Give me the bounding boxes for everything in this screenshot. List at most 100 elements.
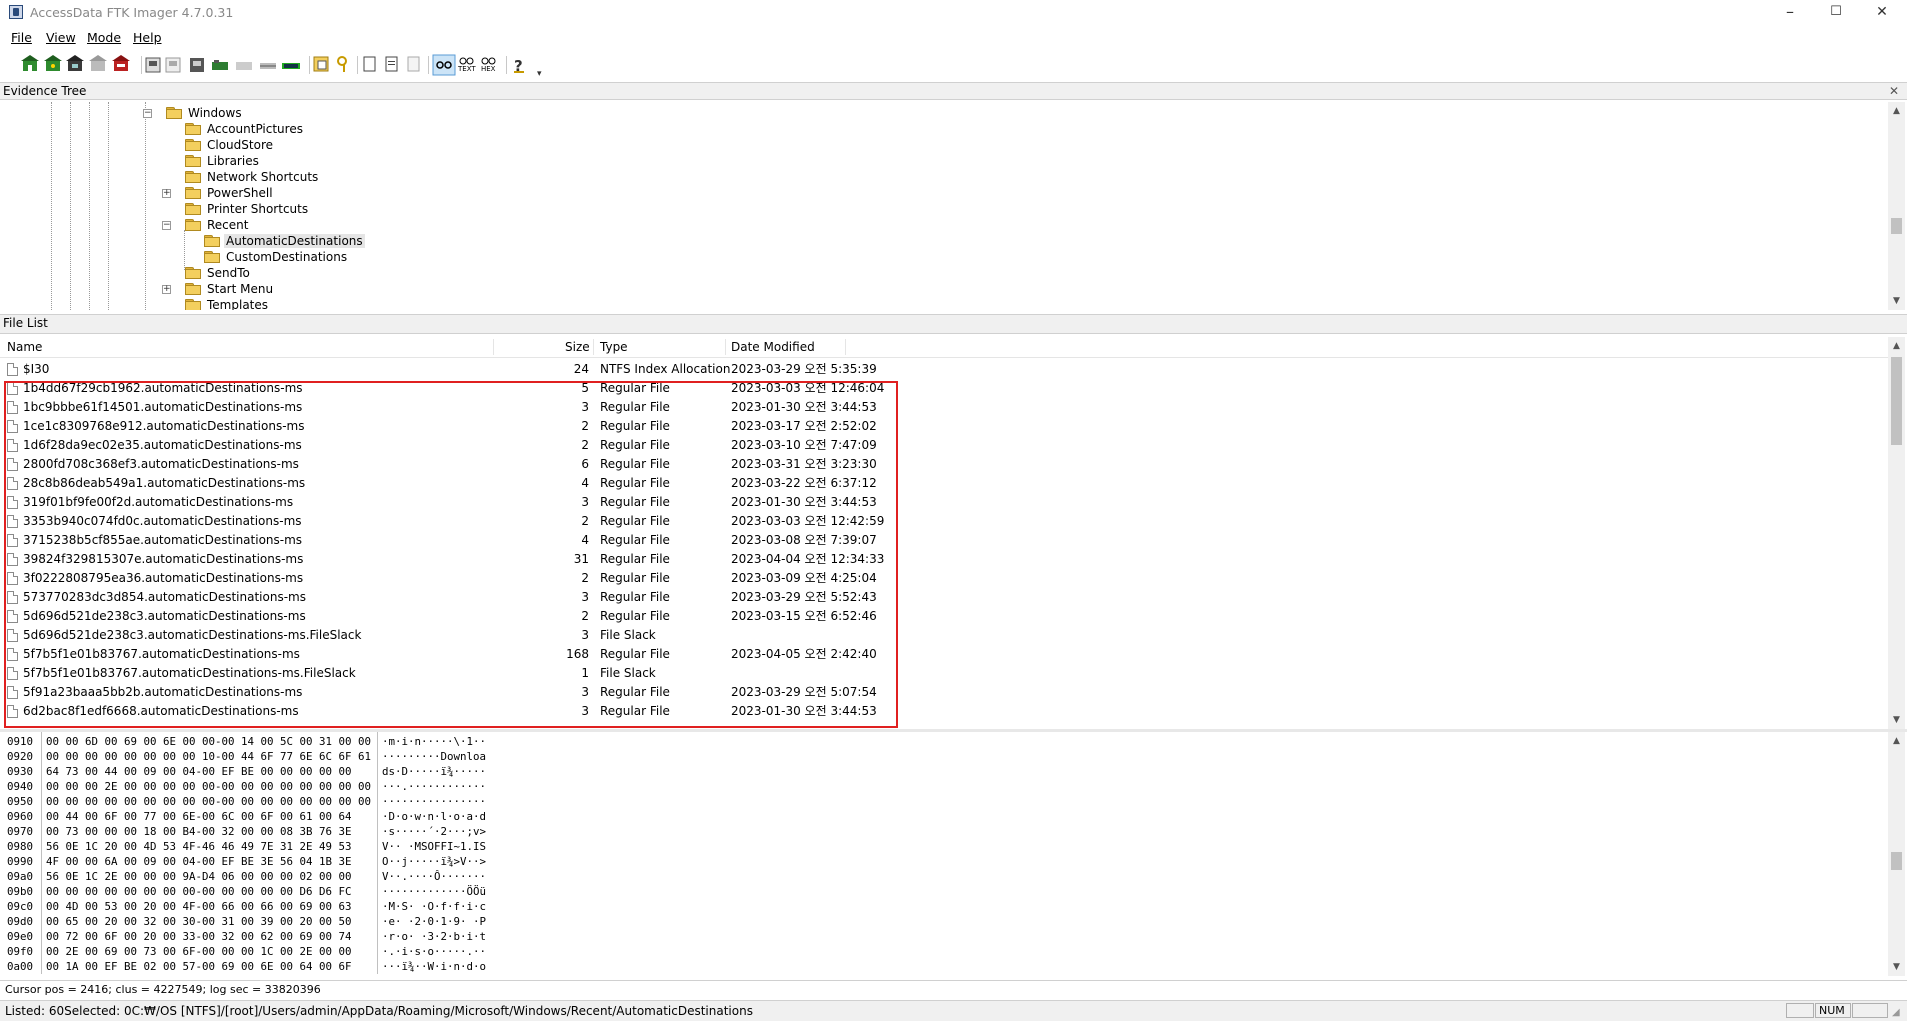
tree-node-label: CustomDestinations (226, 250, 348, 264)
hex-bytes: 00 72 00 6F 00 20 00 33-00 32 00 62 00 6… (46, 930, 352, 943)
hex-row[interactable]: 0a00 00 1A 00 EF BE 02 00 57-00 69 00 6E … (0, 959, 1888, 974)
hex-bytes: 00 44 00 6F 00 77 00 6E-00 6C 00 6F 00 6… (46, 810, 352, 823)
tree-node[interactable]: Network Shortcuts (185, 169, 320, 185)
evidence-tree-close-icon[interactable]: ✕ (1889, 84, 1899, 98)
scroll-up-icon[interactable]: ▲ (1888, 734, 1905, 748)
tree-node[interactable]: Start Menu (185, 281, 275, 297)
scroll-thumb[interactable] (1891, 357, 1902, 445)
scroll-up-icon[interactable]: ▲ (1888, 339, 1905, 353)
add-all-attached-devices-icon (44, 55, 62, 71)
expand-icon[interactable]: + (162, 285, 171, 294)
hex-ascii: ·D·o·w·n·l·o·a·d (382, 810, 487, 823)
status-indicator-num: NUM (1815, 1003, 1851, 1018)
hex-row[interactable]: 09a0 56 0E 1C 2E 00 00 00 9A-D4 06 00 00 … (0, 869, 1888, 884)
hex-viewer-scrollbar[interactable]: ▲ ▼ (1888, 732, 1905, 976)
toolbar-overflow-icon: ▾ (537, 69, 542, 78)
hex-row[interactable]: 0940 00 00 00 2E 00 00 00 00 00-00 00 00 … (0, 779, 1888, 794)
hex-bytes: 00 65 00 20 00 32 00 30-00 31 00 39 00 2… (46, 915, 352, 928)
hex-row[interactable]: 0980 56 0E 1C 20 00 4D 53 4F-46 46 49 7E … (0, 839, 1888, 854)
hex-row[interactable]: 09e0 00 72 00 6F 00 20 00 33-00 32 00 62 … (0, 929, 1888, 944)
tree-guide-line (51, 102, 52, 310)
hex-row[interactable]: 0970 00 73 00 00 00 18 00 B4-00 32 00 00 … (0, 824, 1888, 839)
scroll-down-icon[interactable]: ▼ (1888, 960, 1905, 974)
scroll-down-icon[interactable]: ▼ (1888, 713, 1905, 727)
hex-ascii: ·············ÖÖü (382, 885, 487, 898)
collapse-icon[interactable]: − (143, 109, 152, 118)
file-size: 24 (573, 362, 589, 376)
minimize-button[interactable]: – (1767, 0, 1813, 26)
hex-row[interactable]: 0960 00 44 00 6F 00 77 00 6E-00 6C 00 6F … (0, 809, 1888, 824)
evidence-tree[interactable]: − Windows AccountPictures CloudStore Librari… (0, 102, 1888, 310)
tree-node[interactable]: Printer Shortcuts (185, 201, 310, 217)
menu-view[interactable]: View (46, 30, 76, 45)
hex-row[interactable]: 09b0 00 00 00 00 00 00 00 00-00 00 00 00 … (0, 884, 1888, 899)
cursor-info-bar: Cursor pos = 2416; clus = 4227549; log s… (0, 980, 1907, 999)
hex-row[interactable]: 09d0 00 65 00 20 00 32 00 30-00 31 00 39 … (0, 914, 1888, 929)
scroll-thumb[interactable] (1891, 852, 1902, 870)
hex-row[interactable]: 0950 00 00 00 00 00 00 00 00 00-00 00 00 … (0, 794, 1888, 809)
scroll-thumb[interactable] (1891, 218, 1902, 234)
hex-row[interactable]: 0930 64 73 00 44 00 09 00 04-00 EF BE 00 … (0, 764, 1888, 779)
tree-node[interactable]: PowerShell (185, 185, 275, 201)
file-row[interactable]: $I30 24 NTFS Index Allocation 2023-03-29 오전… (0, 360, 900, 379)
evidence-tree-scrollbar[interactable]: ▲ ▼ (1888, 102, 1905, 310)
tree-node-label: CloudStore (207, 138, 273, 152)
tree-node[interactable]: CloudStore (185, 137, 275, 153)
image-mounting-icon (66, 55, 84, 71)
evidence-tree-header: Evidence Tree ✕ (0, 82, 1907, 100)
hex-row[interactable]: 0920 00 00 00 00 00 00 00 00 10-00 44 6F … (0, 749, 1888, 764)
file-name: $I30 (23, 362, 50, 376)
folder-icon (204, 251, 220, 263)
svg-text:TEXT: TEXT (457, 65, 476, 73)
tree-node[interactable]: Libraries (185, 153, 261, 169)
file-icon (7, 363, 18, 376)
tree-node-label: AutomaticDestinations (224, 234, 365, 248)
menu-mode[interactable]: Mode (87, 30, 121, 45)
file-list-title: File List (3, 316, 48, 330)
expand-icon[interactable]: + (162, 189, 171, 198)
hex-row[interactable]: 0910 00 00 6D 00 69 00 6E 00 00-00 14 00 … (0, 734, 1888, 749)
tree-node[interactable]: Recent (185, 217, 250, 233)
menu-mode-label: Mode (87, 30, 122, 45)
column-type[interactable]: Type (600, 340, 628, 354)
column-divider[interactable] (725, 339, 726, 355)
hex-view-icon: HEX (481, 57, 496, 73)
menu-file[interactable]: File (11, 30, 32, 45)
folder-icon (185, 187, 201, 199)
hex-offset: 0970 (7, 825, 34, 838)
maximize-button[interactable]: ☐ (1813, 0, 1859, 26)
hex-row[interactable]: 09f0 00 2E 00 69 00 73 00 6F-00 00 00 1C … (0, 944, 1888, 959)
verify-drive-icon (260, 63, 276, 69)
hex-row[interactable]: 09c0 00 4D 00 53 00 20 00 4F-00 66 00 66 … (0, 899, 1888, 914)
remove-evidence-icon (89, 55, 107, 71)
column-name[interactable]: Name (7, 340, 42, 354)
hex-ascii: ·m·i·n·····\·1·· (382, 735, 487, 748)
close-button[interactable]: ✕ (1859, 0, 1905, 26)
hex-offset: 09a0 (7, 870, 34, 883)
column-size[interactable]: Size (565, 340, 590, 354)
hex-offset: 0910 (7, 735, 34, 748)
tree-node-label: Start Menu (207, 282, 274, 296)
column-divider[interactable] (845, 339, 846, 355)
menu-help[interactable]: Help (133, 30, 162, 45)
tree-node[interactable]: SendTo (185, 265, 252, 281)
status-indicator-scroll (1852, 1003, 1888, 1018)
column-divider[interactable] (593, 339, 594, 355)
tree-node[interactable]: Windows (166, 105, 244, 121)
scroll-down-icon[interactable]: ▼ (1888, 294, 1905, 308)
resize-grip-icon[interactable]: ◢ (1892, 1007, 1900, 1018)
hex-viewer[interactable]: 0910 00 00 6D 00 69 00 6E 00 00-00 14 00 … (0, 732, 1888, 974)
collapse-icon[interactable]: − (162, 221, 171, 230)
tree-node[interactable]: AutomaticDestinations (204, 233, 365, 249)
hex-bytes: 64 73 00 44 00 09 00 04-00 EF BE 00 00 0… (46, 765, 352, 778)
column-date-modified[interactable]: Date Modified (731, 340, 815, 354)
folder-icon (185, 299, 201, 310)
scroll-up-icon[interactable]: ▲ (1888, 104, 1905, 118)
tree-node[interactable]: CustomDestinations (204, 249, 349, 265)
tree-node[interactable]: Templates (185, 297, 270, 310)
hex-row[interactable]: 0990 4F 00 00 6A 00 09 00 04-00 EF BE 3E … (0, 854, 1888, 869)
file-list-scrollbar[interactable]: ▲ ▼ (1888, 337, 1905, 729)
tree-node[interactable]: AccountPictures (185, 121, 305, 137)
highlight-annotation-box (4, 381, 898, 728)
column-divider[interactable] (493, 339, 494, 355)
